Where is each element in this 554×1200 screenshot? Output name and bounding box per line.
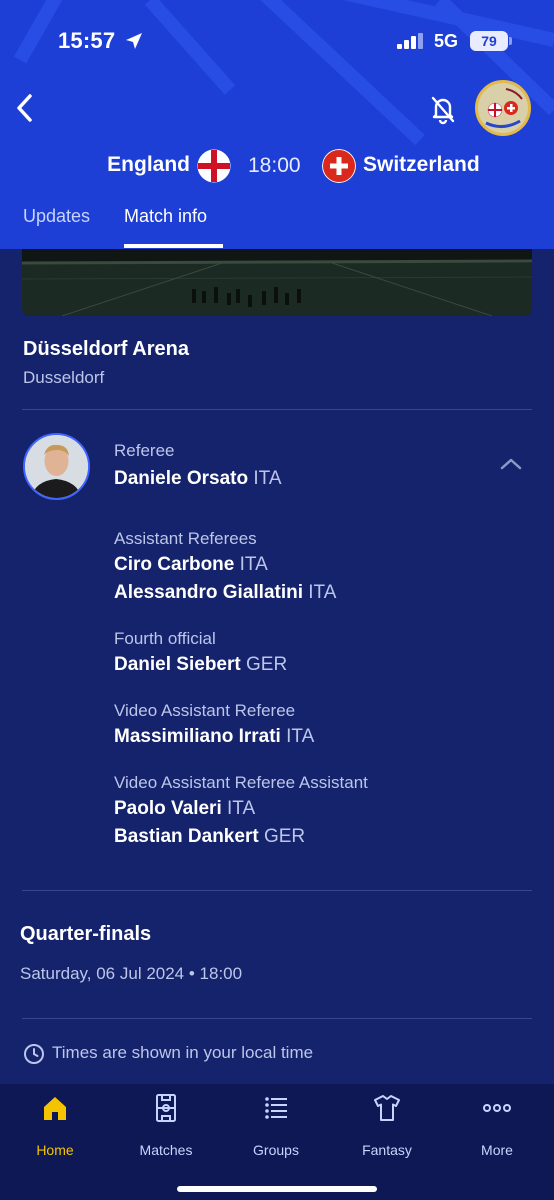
- divider: [22, 1018, 532, 1019]
- official-name: Daniele Orsato: [114, 468, 249, 489]
- home-team-name[interactable]: England: [107, 153, 190, 177]
- battery-indicator: 79: [470, 31, 508, 51]
- match-stage: Quarter-finals: [20, 923, 152, 945]
- nav-label: Fantasy: [362, 1142, 412, 1158]
- fourth-official-label: Fourth official: [114, 629, 216, 648]
- avar-label: Video Assistant Referee Assistant: [114, 773, 368, 792]
- official-nationality: ITA: [286, 726, 315, 747]
- pitch-icon: [156, 1094, 176, 1122]
- official-name: Paolo Valeri: [114, 798, 222, 819]
- match-badge-icon[interactable]: [475, 80, 531, 136]
- venue-name: Düsseldorf Arena: [23, 338, 189, 360]
- status-bar: 15:57 5G 79: [0, 0, 554, 84]
- official-name: Alessandro Giallatini: [114, 582, 303, 603]
- nav-more[interactable]: More: [447, 1094, 547, 1158]
- active-tab-indicator: [124, 244, 223, 248]
- nav-home[interactable]: Home: [5, 1094, 105, 1158]
- referee-photo: [25, 435, 88, 498]
- divider: [22, 890, 532, 891]
- official-name: Massimiliano Irrati: [114, 726, 281, 747]
- official-row: Ciro Carbone ITA: [114, 554, 268, 576]
- back-icon[interactable]: [8, 88, 48, 128]
- official-row: Bastian Dankert GER: [114, 826, 305, 848]
- away-team-name[interactable]: Switzerland: [363, 153, 480, 177]
- nav-matches[interactable]: Matches: [116, 1094, 216, 1158]
- fixture-row: England 18:00 Switzerland: [0, 145, 554, 187]
- home-icon: [44, 1097, 66, 1120]
- switzerland-flag-icon: [322, 149, 356, 183]
- signal-icon: [397, 33, 423, 49]
- england-flag-icon: [197, 149, 231, 183]
- referee-label: Referee: [114, 441, 175, 460]
- referee-avatar: [23, 433, 90, 500]
- location-arrow-icon: [126, 33, 142, 49]
- official-row: Massimiliano Irrati ITA: [114, 726, 314, 748]
- official-nationality: ITA: [253, 468, 282, 489]
- kickoff-time: 18:00: [248, 154, 301, 177]
- tab-updates[interactable]: Updates: [23, 206, 90, 227]
- more-icon: [483, 1104, 511, 1112]
- battery-cap: [509, 37, 512, 45]
- nav-label: Groups: [253, 1142, 299, 1158]
- nav-fantasy[interactable]: Fantasy: [337, 1094, 437, 1158]
- official-nationality: ITA: [308, 582, 337, 603]
- official-nationality: GER: [263, 826, 306, 847]
- bell-off-icon[interactable]: [424, 90, 462, 128]
- list-icon: [265, 1097, 287, 1119]
- var-label: Video Assistant Referee: [114, 701, 296, 720]
- nav-label: More: [481, 1142, 513, 1158]
- official-nationality: ITA: [227, 798, 256, 819]
- shirt-icon: [374, 1095, 400, 1121]
- bottom-navigation: Home Matches Groups Fantasy More: [0, 1084, 554, 1200]
- official-name: Ciro Carbone: [114, 554, 235, 575]
- tab-bar: Updates Match info: [0, 200, 554, 249]
- network-type: 5G: [434, 31, 459, 51]
- referee-row: Daniele Orsato ITA: [114, 468, 282, 490]
- home-indicator: [177, 1186, 377, 1192]
- official-name: Daniel Siebert: [114, 654, 241, 675]
- clock-icon: [24, 1044, 44, 1064]
- official-nationality: GER: [246, 654, 288, 675]
- nav-label: Home: [36, 1142, 74, 1158]
- match-date: Saturday, 06 Jul 2024 • 18:00: [20, 964, 243, 983]
- official-row: Daniel Siebert GER: [114, 654, 287, 676]
- match-header: 15:57 5G 79 England 18:00 Switzerland Up…: [0, 0, 554, 249]
- status-time: 15:57: [58, 28, 116, 53]
- official-nationality: ITA: [239, 554, 268, 575]
- badge-flags-icon: [479, 84, 527, 132]
- tab-match-info[interactable]: Match info: [124, 206, 207, 227]
- stadium-photo: [22, 249, 532, 316]
- timezone-note: Times are shown in your local time: [52, 1043, 314, 1062]
- nav-label: Matches: [139, 1142, 193, 1158]
- nav-groups[interactable]: Groups: [226, 1094, 326, 1158]
- assistant-referees-label: Assistant Referees: [114, 529, 257, 548]
- official-row: Alessandro Giallatini ITA: [114, 582, 336, 604]
- official-row: Paolo Valeri ITA: [114, 798, 255, 820]
- stadium-image: [22, 249, 532, 316]
- collapse-chevron-up-icon[interactable]: [496, 452, 526, 476]
- venue-city: Dusseldorf: [23, 368, 105, 387]
- official-name: Bastian Dankert: [114, 826, 259, 847]
- divider: [22, 409, 532, 410]
